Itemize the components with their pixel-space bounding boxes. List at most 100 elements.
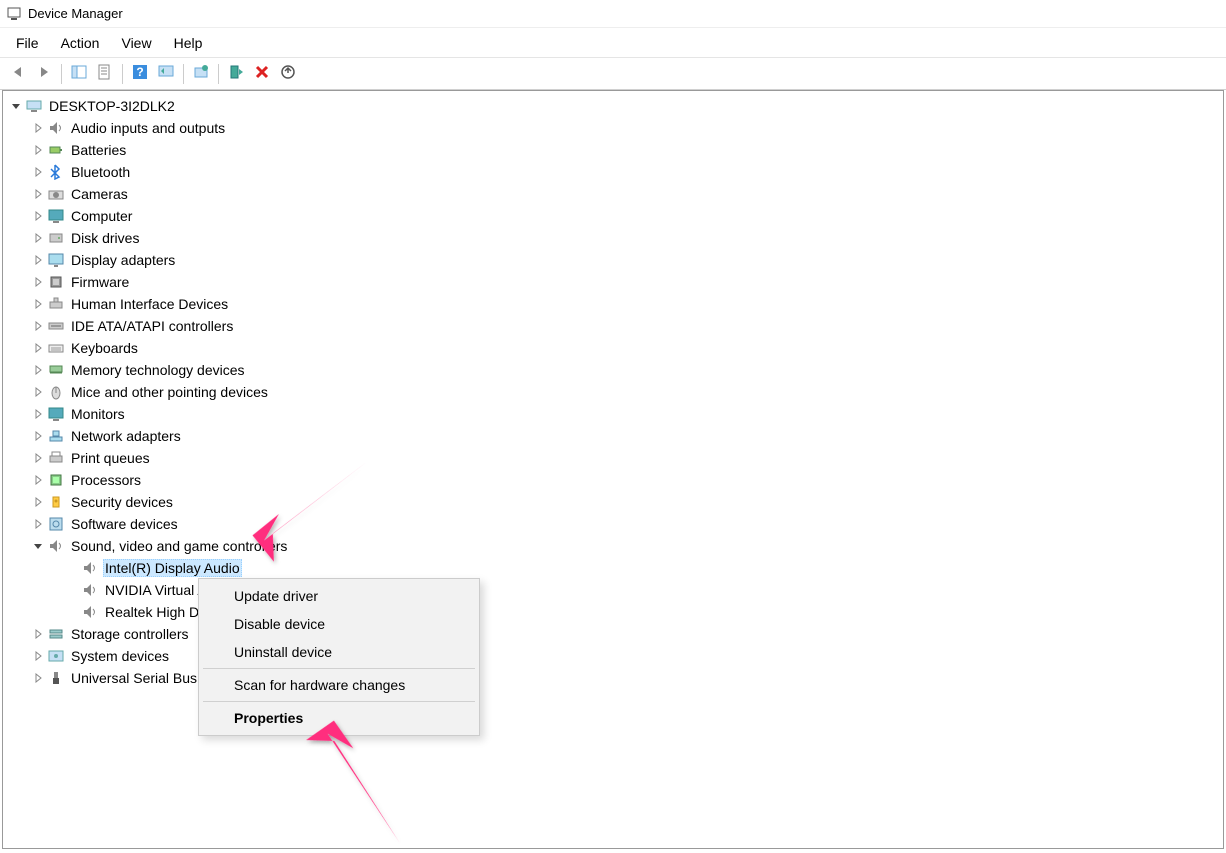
tree-device[interactable]: Intel(R) Display Audio	[3, 557, 1223, 579]
show-hide-console-tree-button[interactable]	[67, 62, 91, 86]
display-icon	[47, 251, 65, 269]
tree-item-label: Disk drives	[69, 229, 141, 247]
context-uninstall-device[interactable]: Uninstall device	[202, 638, 476, 666]
expander-icon[interactable]	[31, 341, 45, 355]
expander-icon[interactable]	[31, 209, 45, 223]
tree-category-universal-serial-bus-controllers[interactable]: Universal Serial Bus controllers	[3, 667, 1223, 689]
expander-icon[interactable]	[31, 473, 45, 487]
usb-icon	[47, 669, 65, 687]
expander-icon[interactable]	[31, 121, 45, 135]
tree-item-label: Monitors	[69, 405, 127, 423]
tree-category-mice-and-other-pointing-devices[interactable]: Mice and other pointing devices	[3, 381, 1223, 403]
tree-root[interactable]: DESKTOP-3I2DLK2	[3, 95, 1223, 117]
tree-category-keyboards[interactable]: Keyboards	[3, 337, 1223, 359]
tree-category-storage-controllers[interactable]: Storage controllers	[3, 623, 1223, 645]
tree-item-label: DESKTOP-3I2DLK2	[47, 97, 177, 115]
expander-icon[interactable]	[31, 187, 45, 201]
device-tree-pane[interactable]: DESKTOP-3I2DLK2Audio inputs and outputsB…	[2, 90, 1224, 849]
mouse-icon	[47, 383, 65, 401]
forward-button[interactable]	[32, 62, 56, 86]
printer-icon	[47, 449, 65, 467]
cpu-icon	[47, 471, 65, 489]
context-menu: Update driver Disable device Uninstall d…	[198, 578, 480, 736]
update-driver-icon	[193, 64, 209, 83]
menu-view[interactable]: View	[111, 31, 161, 55]
help-button[interactable]: ?	[128, 62, 152, 86]
tree-category-network-adapters[interactable]: Network adapters	[3, 425, 1223, 447]
tree-category-cameras[interactable]: Cameras	[3, 183, 1223, 205]
expander-icon[interactable]	[31, 143, 45, 157]
tree-device[interactable]: NVIDIA Virtual Audio Device (Wave Extens…	[3, 579, 1223, 601]
scan-hardware-button[interactable]	[154, 62, 178, 86]
expander-icon[interactable]	[31, 407, 45, 421]
tree-category-audio-inputs-and-outputs[interactable]: Audio inputs and outputs	[3, 117, 1223, 139]
tree-category-processors[interactable]: Processors	[3, 469, 1223, 491]
tree-category-software-devices[interactable]: Software devices	[3, 513, 1223, 535]
expander-icon[interactable]	[31, 429, 45, 443]
tree-category-computer[interactable]: Computer	[3, 205, 1223, 227]
context-properties[interactable]: Properties	[202, 704, 476, 732]
tree-category-print-queues[interactable]: Print queues	[3, 447, 1223, 469]
expander-icon[interactable]	[31, 297, 45, 311]
tree-item-label: Processors	[69, 471, 143, 489]
expander-icon[interactable]	[31, 231, 45, 245]
expander-icon[interactable]	[9, 99, 23, 113]
add-legacy-hardware-button[interactable]	[276, 62, 300, 86]
forward-icon	[36, 64, 52, 83]
properties-button[interactable]	[93, 62, 117, 86]
back-icon	[10, 64, 26, 83]
context-update-driver[interactable]: Update driver	[202, 582, 476, 610]
tree-category-batteries[interactable]: Batteries	[3, 139, 1223, 161]
tree-item-label: Mice and other pointing devices	[69, 383, 270, 401]
menu-file[interactable]: File	[6, 31, 49, 55]
expander-icon[interactable]	[31, 363, 45, 377]
tree-category-ide-ata-atapi-controllers[interactable]: IDE ATA/ATAPI controllers	[3, 315, 1223, 337]
tree-item-label: Intel(R) Display Audio	[103, 559, 242, 577]
tree-item-label: Security devices	[69, 493, 175, 511]
expander-icon[interactable]	[31, 539, 45, 553]
expander-icon[interactable]	[31, 319, 45, 333]
tree-category-bluetooth[interactable]: Bluetooth	[3, 161, 1223, 183]
svg-text:?: ?	[136, 65, 143, 79]
expander-icon[interactable]	[31, 517, 45, 531]
expander-icon[interactable]	[31, 627, 45, 641]
tree-category-memory-technology-devices[interactable]: Memory technology devices	[3, 359, 1223, 381]
tree-category-display-adapters[interactable]: Display adapters	[3, 249, 1223, 271]
scan-hardware-icon	[158, 64, 174, 83]
show-hide-icon	[71, 64, 87, 83]
tree-item-label: Human Interface Devices	[69, 295, 230, 313]
menu-help[interactable]: Help	[164, 31, 213, 55]
tree-category-human-interface-devices[interactable]: Human Interface Devices	[3, 293, 1223, 315]
tree-category-disk-drives[interactable]: Disk drives	[3, 227, 1223, 249]
ide-icon	[47, 317, 65, 335]
expander-icon[interactable]	[31, 495, 45, 509]
expander-icon[interactable]	[31, 275, 45, 289]
battery-icon	[47, 141, 65, 159]
tree-category-monitors[interactable]: Monitors	[3, 403, 1223, 425]
bluetooth-icon	[47, 163, 65, 181]
tree-category-firmware[interactable]: Firmware	[3, 271, 1223, 293]
menu-bar: File Action View Help	[0, 28, 1226, 58]
tree-item-label: IDE ATA/ATAPI controllers	[69, 317, 235, 335]
security-icon	[47, 493, 65, 511]
expander-icon[interactable]	[31, 385, 45, 399]
enable-device-button[interactable]	[224, 62, 248, 86]
back-button[interactable]	[6, 62, 30, 86]
context-disable-device[interactable]: Disable device	[202, 610, 476, 638]
separator	[203, 668, 475, 669]
tree-category-system-devices[interactable]: System devices	[3, 645, 1223, 667]
expander-icon	[65, 605, 79, 619]
legacy-add-icon	[280, 64, 296, 83]
tree-category-security-devices[interactable]: Security devices	[3, 491, 1223, 513]
context-scan-hardware[interactable]: Scan for hardware changes	[202, 671, 476, 699]
uninstall-device-button[interactable]	[250, 62, 274, 86]
expander-icon[interactable]	[31, 649, 45, 663]
update-driver-button[interactable]	[189, 62, 213, 86]
expander-icon[interactable]	[31, 451, 45, 465]
expander-icon[interactable]	[31, 253, 45, 267]
expander-icon[interactable]	[31, 671, 45, 685]
menu-action[interactable]: Action	[51, 31, 110, 55]
expander-icon[interactable]	[31, 165, 45, 179]
tree-device[interactable]: Realtek High Definition Audio	[3, 601, 1223, 623]
tree-category-sound-video-and-game-controllers[interactable]: Sound, video and game controllers	[3, 535, 1223, 557]
